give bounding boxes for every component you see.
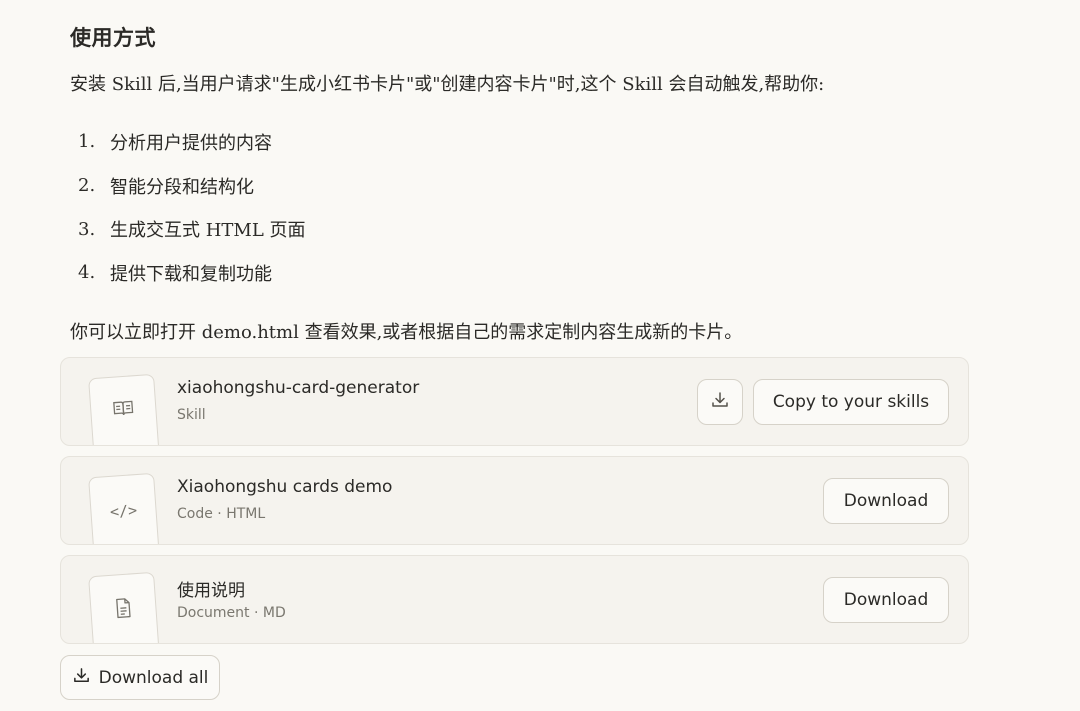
download-all-button[interactable]: Download all: [60, 655, 220, 700]
outro-paragraph: 你可以立即打开 demo.html 查看效果,或者根据自己的需求定制内容生成新的…: [70, 322, 743, 343]
copy-to-skills-button[interactable]: Copy to your skills: [753, 379, 949, 425]
list-number: 4.: [78, 262, 96, 284]
steps-list: 1. 分析用户提供的内容 2. 智能分段和结构化 3. 生成交互式 HTML 页…: [78, 120, 306, 295]
list-item: 1. 分析用户提供的内容: [78, 120, 306, 164]
download-icon: [72, 666, 91, 690]
download-icon: [710, 390, 730, 415]
file-subtitle: Document · MD: [177, 605, 286, 621]
file-subtitle: Code · HTML: [177, 506, 266, 522]
list-text: 分析用户提供的内容: [110, 132, 272, 154]
list-text: 生成交互式 HTML 页面: [110, 220, 306, 242]
file-title: Xiaohongshu cards demo: [177, 477, 393, 497]
download-all-label: Download all: [98, 667, 209, 688]
download-button[interactable]: Download: [823, 478, 949, 524]
file-thumbnail: [88, 373, 160, 445]
file-card-skill[interactable]: xiaohongshu-card-generator Skill Copy to…: [60, 357, 969, 446]
list-item: 3. 生成交互式 HTML 页面: [78, 207, 306, 251]
list-item: 2. 智能分段和结构化: [78, 164, 306, 208]
list-text: 智能分段和结构化: [110, 176, 254, 198]
intro-paragraph: 安装 Skill 后,当用户请求"生成小红书卡片"或"创建内容卡片"时,这个 S…: [70, 74, 825, 95]
download-button[interactable]: Download: [823, 577, 949, 623]
list-number: 1.: [78, 131, 96, 153]
file-subtitle: Skill: [177, 407, 206, 423]
file-thumbnail: [88, 571, 160, 643]
file-thumbnail: </>: [88, 472, 160, 544]
document-icon: [114, 596, 133, 619]
section-heading: 使用方式: [70, 25, 156, 50]
file-title: 使用说明: [177, 581, 245, 601]
list-number: 2.: [78, 175, 96, 197]
file-card-html[interactable]: </> Xiaohongshu cards demo Code · HTML D…: [60, 456, 969, 545]
file-card-document[interactable]: 使用说明 Document · MD Download: [60, 555, 969, 644]
list-text: 提供下载和复制功能: [110, 263, 272, 285]
code-icon: </>: [109, 501, 138, 521]
book-icon: [112, 398, 135, 417]
download-button[interactable]: [697, 379, 743, 425]
list-number: 3.: [78, 218, 96, 240]
list-item: 4. 提供下载和复制功能: [78, 251, 306, 295]
file-title: xiaohongshu-card-generator: [177, 378, 420, 398]
